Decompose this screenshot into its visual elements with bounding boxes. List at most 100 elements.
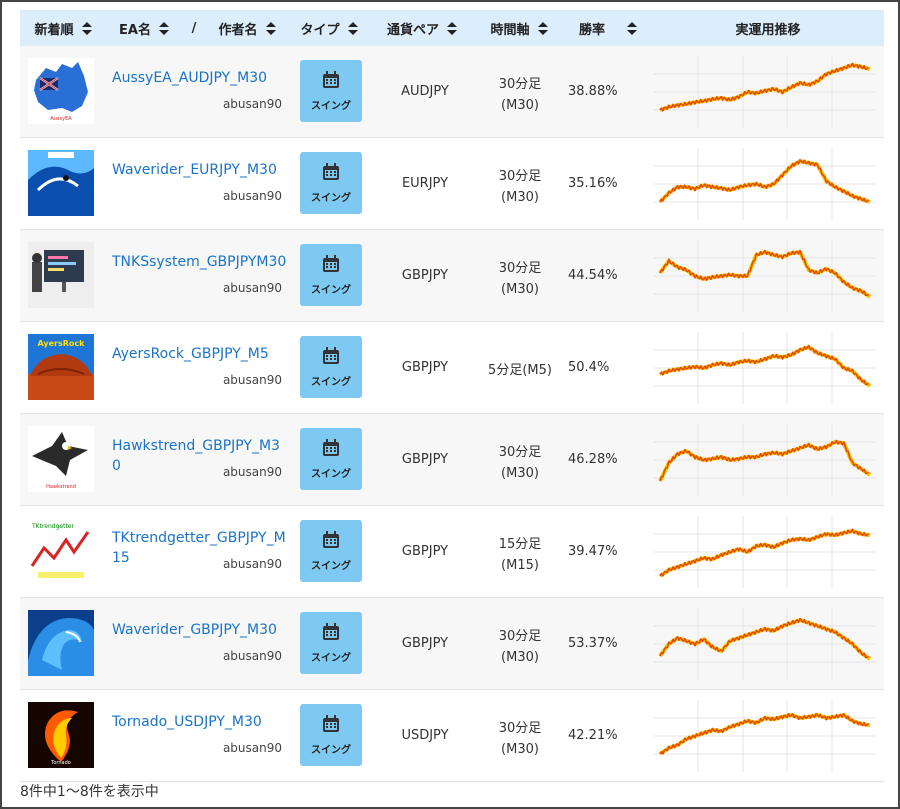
table-header: 新着順 EA名 / 作者名 タイプ 通貨ペア 時間軸 勝率 実運用推移 xyxy=(20,10,884,46)
table-row: AyersRock AyersRock_GBPJPY_M5 abusan90 スイング… xyxy=(20,322,884,414)
trend-chart-svg xyxy=(654,424,876,496)
ea-thumbnail-image[interactable]: AyersRock xyxy=(28,334,94,400)
timeframe-main: 30分足 xyxy=(498,721,542,736)
type-label: スイング xyxy=(311,193,351,204)
timeframe-sub: (M30) xyxy=(501,190,539,205)
table-row: TNKSsystem_GBPJPYM30 abusan90 スイング GBPJPY 30… xyxy=(20,230,884,322)
win-rate: 42.21% xyxy=(568,728,618,743)
type-swing-button[interactable]: スイング xyxy=(300,428,362,490)
currency-pair: USDJPY xyxy=(401,728,449,743)
sort-winrate-header[interactable]: 勝率 xyxy=(564,10,652,46)
author-name: abusan90 xyxy=(222,373,282,387)
timeframe-sub: (M30) xyxy=(501,282,539,297)
sort-icon xyxy=(537,21,548,35)
calendar-icon xyxy=(321,70,341,94)
win-rate: 38.88% xyxy=(568,84,618,99)
win-rate: 35.16% xyxy=(568,176,618,191)
pair-label: 通貨ペア xyxy=(386,22,439,38)
timeframe-main: 30分足 xyxy=(498,629,542,644)
ea-thumbnail-image[interactable] xyxy=(28,242,94,308)
type-label: スイング xyxy=(311,285,351,296)
trend-chart xyxy=(654,700,876,772)
author-name: abusan90 xyxy=(222,465,282,479)
ea-thumbnail-image[interactable] xyxy=(28,150,94,216)
trend-line xyxy=(659,439,869,482)
sort-pair-header[interactable]: 通貨ペア xyxy=(370,10,474,46)
svg-text:Hawkstrend: Hawkstrend xyxy=(46,484,76,490)
timeframe-main: 5分足(M5) xyxy=(488,363,552,378)
trend-chart xyxy=(654,516,876,588)
sort-newest-header[interactable]: 新着順 xyxy=(20,10,106,46)
trend-line xyxy=(659,62,870,112)
ea-name-link[interactable]: AyersRock_GBPJPY_M5 xyxy=(112,344,287,364)
ea-name-link[interactable]: Waverider_EURJPY_M30 xyxy=(112,160,287,180)
table-row: Tornado Tornado_USDJPY_M30 abusan90 スイング USD… xyxy=(20,690,884,782)
type-label: スイング xyxy=(311,469,351,480)
ea-thumbnail-image[interactable] xyxy=(28,610,94,676)
trend-line-shadow xyxy=(658,440,872,482)
sort-author-header[interactable]: 作者名 xyxy=(206,10,288,46)
trend-chart-svg xyxy=(654,516,876,588)
currency-pair: GBPJPY xyxy=(401,452,449,467)
trend-chart xyxy=(654,240,876,312)
calendar-icon xyxy=(321,530,341,554)
timeframe-sub: (M30) xyxy=(501,650,539,665)
ea-thumbnail-image[interactable]: Hawkstrend xyxy=(28,426,94,492)
author-name: abusan90 xyxy=(222,189,282,203)
trend-chart xyxy=(654,424,876,496)
type-swing-button[interactable]: スイング xyxy=(300,244,362,306)
timeframe-sub: (M30) xyxy=(501,98,539,113)
trend-chart xyxy=(654,332,876,404)
type-label: タイプ xyxy=(300,22,340,38)
trend-label: 実運用推移 xyxy=(735,22,801,38)
currency-pair: GBPJPY xyxy=(401,268,449,283)
sort-type-header[interactable]: タイプ xyxy=(288,10,370,46)
ea-thumbnail-image[interactable]: Tornado xyxy=(28,702,94,768)
trend-chart-svg xyxy=(654,56,876,128)
ea-name-link[interactable]: Waverider_GBPJPY_M30 xyxy=(112,620,287,640)
win-rate: 39.47% xyxy=(568,544,618,559)
table-row: Hawkstrend Hawkstrend_GBPJPY_M30 abusan90 ス… xyxy=(20,414,884,506)
table-row: Waverider_GBPJPY_M30 abusan90 スイング GBPJPY 30… xyxy=(20,598,884,690)
trend-chart-svg xyxy=(654,608,876,680)
type-swing-button[interactable]: スイング xyxy=(300,520,362,582)
trend-chart xyxy=(654,56,876,128)
ea-name-link[interactable]: Tornado_USDJPY_M30 xyxy=(112,712,287,732)
type-swing-button[interactable]: スイング xyxy=(300,60,362,122)
sort-ea-name-header[interactable]: EA名 xyxy=(106,10,182,46)
timeframe: 30分足 (M30) xyxy=(475,166,565,208)
trend-line-shadow xyxy=(658,529,871,578)
svg-text:Tornado: Tornado xyxy=(50,760,71,766)
trend-line-shadow xyxy=(658,713,871,756)
ea-thumbnail-image[interactable]: TKtrendgetter xyxy=(28,518,94,584)
type-swing-button[interactable]: スイング xyxy=(300,336,362,398)
ea-thumbnail-image[interactable]: AussyEA xyxy=(28,58,94,124)
calendar-icon xyxy=(321,438,341,462)
timeframe-main: 15分足 xyxy=(498,537,542,552)
type-swing-button[interactable]: スイング xyxy=(300,612,362,674)
timeframe: 30分足 (M30) xyxy=(475,442,565,484)
calendar-icon xyxy=(321,622,341,646)
calendar-icon xyxy=(321,714,341,738)
calendar-icon xyxy=(321,254,341,278)
trend-chart xyxy=(654,148,876,220)
sort-timeframe-header[interactable]: 時間軸 xyxy=(474,10,564,46)
timeframe: 30分足 (M30) xyxy=(475,626,565,668)
ea-name-link[interactable]: AussyEA_AUDJPY_M30 xyxy=(112,68,287,88)
ea-table: 新着順 EA名 / 作者名 タイプ 通貨ペア 時間軸 勝率 実運用推移 Auss… xyxy=(20,10,884,782)
timeframe-main: 30分足 xyxy=(498,445,542,460)
header-separator: / xyxy=(182,10,206,46)
timeframe-sub: (M30) xyxy=(501,466,539,481)
trend-chart-svg xyxy=(654,700,876,772)
currency-pair: GBPJPY xyxy=(401,360,449,375)
table-body: AussyEA AussyEA_AUDJPY_M30 abusan90 スイング AUD… xyxy=(20,46,884,782)
type-label: スイング xyxy=(311,745,351,756)
type-swing-button[interactable]: スイング xyxy=(300,152,362,214)
type-swing-button[interactable]: スイング xyxy=(300,704,362,766)
timeframe: 30分足 (M30) xyxy=(475,258,565,300)
timeframe: 30分足 (M30) xyxy=(475,74,565,116)
ea-name-link[interactable]: TNKSsystem_GBPJPYM30 xyxy=(112,252,287,272)
trend-chart-svg xyxy=(654,240,876,312)
timeframe-sub: (M30) xyxy=(501,742,539,757)
trend-chart xyxy=(654,608,876,680)
